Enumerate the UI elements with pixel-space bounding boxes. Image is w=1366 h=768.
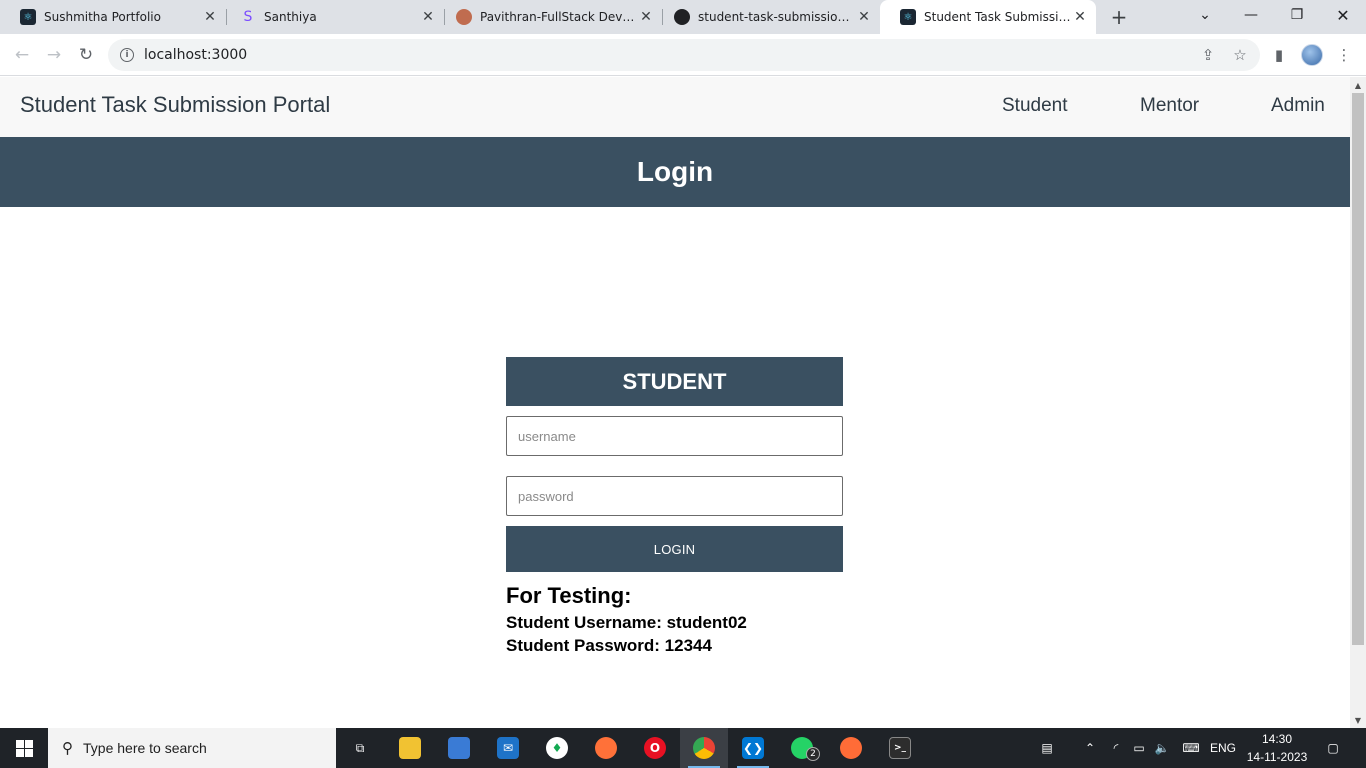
profile-avatar[interactable] [1301, 44, 1323, 66]
site-info-icon[interactable]: i [120, 48, 134, 62]
tab-github-repo[interactable]: student-task-submission-fro ✕ [654, 0, 880, 34]
page-scrollbar[interactable]: ▲ ▼ [1350, 77, 1366, 728]
reload-icon[interactable]: ↻ [74, 43, 98, 67]
taskbar-search[interactable]: ⚲ Type here to search [48, 728, 336, 768]
scroll-down-arrow-icon[interactable]: ▼ [1350, 712, 1366, 728]
nav-student-link[interactable]: Student [1002, 95, 1068, 117]
testing-heading: For Testing: [506, 583, 632, 608]
username-input[interactable] [506, 416, 843, 456]
notifications-icon[interactable]: ▢ [1318, 728, 1348, 768]
whatsapp-button[interactable]: 2 [778, 728, 826, 768]
tab-title: student-task-submission-fro [698, 10, 856, 24]
tab-title: Pavithran-FullStack Develope [480, 10, 638, 24]
side-panel-icon[interactable]: ▮ [1269, 45, 1289, 65]
folder-icon [399, 737, 421, 759]
login-button[interactable]: LOGIN [506, 526, 843, 572]
postman-icon [840, 737, 862, 759]
mail-icon: ✉ [497, 737, 519, 759]
s-logo-icon: S [243, 9, 253, 25]
clock-date: 14-11-2023 [1246, 750, 1308, 764]
nav-mentor-link[interactable]: Mentor [1140, 95, 1199, 117]
windows-taskbar: ⚲ Type here to search ⧉ ✉ ♦ O ❮❯ 2 >_ ▤ … [0, 728, 1366, 768]
react-icon: ⚛ [20, 9, 36, 25]
chrome-button[interactable] [680, 728, 728, 768]
testing-password-text: Student Password: 12344 [506, 636, 712, 655]
address-bar[interactable]: i localhost:3000 [108, 39, 1260, 71]
address-text[interactable]: localhost:3000 [144, 47, 247, 63]
opera-icon: O [644, 737, 666, 759]
brand-title[interactable]: Student Task Submission Portal [20, 92, 330, 118]
vscode-button[interactable]: ❮❯ [729, 728, 777, 768]
search-icon: ⚲ [62, 740, 73, 757]
tab-search-chevron-icon[interactable]: ⌄ [1182, 0, 1228, 30]
close-icon[interactable]: ✕ [202, 9, 218, 25]
terminal-icon: >_ [889, 737, 911, 759]
password-input[interactable] [506, 476, 843, 516]
clock-time: 14:30 [1261, 732, 1293, 746]
forward-arrow-icon[interactable]: → [42, 43, 66, 67]
tab-pavithran[interactable]: Pavithran-FullStack Develope ✕ [436, 0, 662, 34]
firefox-button[interactable] [582, 728, 630, 768]
bookmark-star-icon[interactable]: ☆ [1230, 45, 1250, 65]
student-card-header: STUDENT [506, 357, 843, 406]
close-icon[interactable]: ✕ [1072, 9, 1088, 25]
page-title: Login [636, 156, 714, 187]
close-icon[interactable]: ✕ [638, 9, 654, 25]
tab-student-task-submission[interactable]: ⚛ Student Task Submission Po ✕ [880, 0, 1096, 34]
share-icon[interactable]: ⇪ [1198, 45, 1218, 65]
close-icon[interactable]: ✕ [856, 9, 872, 25]
network-icon[interactable]: ◜ [1105, 728, 1127, 768]
store-icon [448, 737, 470, 759]
menu-kebab-icon[interactable]: ⋮ [1334, 45, 1354, 65]
close-icon[interactable]: ✕ [420, 9, 436, 25]
vscode-icon: ❮❯ [742, 737, 764, 759]
keyboard-icon[interactable]: ⌨ [1176, 728, 1206, 768]
new-tab-button[interactable]: + [1108, 5, 1130, 29]
terminal-button[interactable]: >_ [876, 728, 924, 768]
tab-santhiya[interactable]: S Santhiya ✕ [220, 0, 444, 34]
file-explorer-button[interactable] [386, 728, 434, 768]
browser-toolbar: ← → ↻ i localhost:3000 ⇪ ☆ ▮ ⋮ [0, 34, 1366, 76]
close-window-button[interactable]: ✕ [1320, 0, 1366, 30]
task-view-button[interactable]: ⧉ [336, 728, 384, 768]
search-placeholder: Type here to search [83, 740, 207, 756]
news-widget-icon[interactable]: ▤ [1030, 728, 1064, 768]
nav-admin-link[interactable]: Admin [1271, 95, 1325, 117]
battery-icon[interactable]: ▭ [1128, 728, 1150, 768]
chevron-up-icon[interactable]: ⌃ [1080, 728, 1100, 768]
firefox-icon [595, 737, 617, 759]
tab-title: Student Task Submission Po [924, 10, 1072, 24]
opera-button[interactable]: O [631, 728, 679, 768]
mongodb-compass-button[interactable]: ♦ [533, 728, 581, 768]
taskbar-clock[interactable]: 14:30 14-11-2023 [1240, 730, 1314, 766]
avatar-icon [456, 9, 472, 25]
back-arrow-icon[interactable]: ← [10, 43, 34, 67]
scroll-up-arrow-icon[interactable]: ▲ [1350, 77, 1366, 93]
store-button[interactable] [435, 728, 483, 768]
restore-button[interactable]: ❐ [1274, 0, 1320, 30]
card-title: STUDENT [622, 368, 727, 394]
postman-button[interactable] [827, 728, 875, 768]
windows-logo-icon [15, 739, 33, 757]
volume-icon[interactable]: 🔈 [1151, 728, 1173, 768]
start-button[interactable] [0, 728, 48, 768]
tab-title: Santhiya [264, 10, 317, 24]
top-navbar: Student Task Submission Portal Student M… [0, 77, 1350, 137]
github-icon [674, 9, 690, 25]
language-indicator[interactable]: ENG [1206, 728, 1240, 768]
tab-title: Sushmitha Portfolio [44, 10, 161, 24]
minimize-button[interactable]: — [1228, 0, 1274, 30]
chrome-icon [693, 737, 715, 759]
scrollbar-thumb[interactable] [1352, 93, 1364, 645]
browser-tab-strip: ⚛ Sushmitha Portfolio ✕ S Santhiya ✕ Pav… [0, 0, 1366, 34]
tab-sushmitha-portfolio[interactable]: ⚛ Sushmitha Portfolio ✕ [0, 0, 226, 34]
task-view-icon: ⧉ [355, 740, 365, 755]
mail-button[interactable]: ✉ [484, 728, 532, 768]
mongodb-icon: ♦ [546, 737, 568, 759]
notification-badge: 2 [806, 747, 820, 761]
login-banner: Login [0, 137, 1350, 207]
testing-username-text: Student Username: student02 [506, 613, 747, 632]
page-viewport: Student Task Submission Portal Student M… [0, 77, 1350, 728]
react-icon: ⚛ [900, 9, 916, 25]
